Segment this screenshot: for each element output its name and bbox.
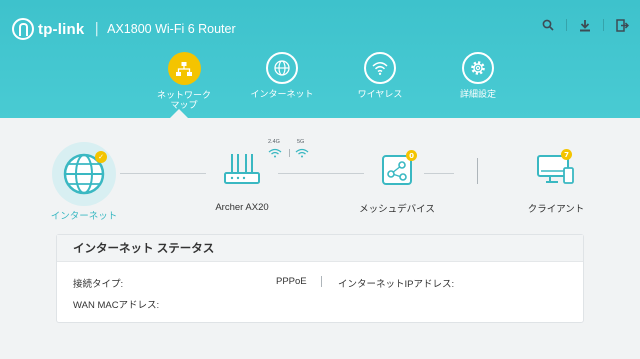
active-tab-indicator	[170, 109, 188, 118]
top-header: tp-link | AX1800 Wi-Fi 6 Router ネットワーク マ…	[0, 0, 640, 118]
band-5g-label: 5G	[297, 139, 305, 145]
tab-network-map[interactable]: ネットワーク マップ	[135, 52, 233, 110]
brand-separator: |	[94, 21, 100, 37]
mesh-count-badge: 0	[406, 150, 417, 161]
internet-node-halo: ✓	[52, 142, 116, 206]
brand-name: tp-link	[38, 20, 85, 38]
router-icon	[224, 154, 260, 184]
tp-link-logo-icon	[12, 18, 34, 40]
topology-divider	[477, 158, 478, 184]
tab-wireless-label: ワイヤレス	[357, 89, 403, 99]
connection-type-label: 接続タイプ:	[73, 279, 124, 290]
tab-advanced[interactable]: 詳細設定	[429, 52, 527, 110]
download-icon[interactable]	[577, 16, 593, 34]
internet-status-card: インターネット ステータス 接続タイプ: PPPoE インターネットIPアドレス…	[56, 234, 584, 323]
internet-node[interactable]: ✓ インターネット	[44, 142, 124, 222]
wifi-5g-icon[interactable]	[295, 148, 309, 158]
wifi-24g-icon[interactable]	[268, 148, 282, 158]
tab-network-map-label: ネットワーク マップ	[156, 90, 211, 110]
main-nav: ネットワーク マップ インターネット ワイヤレス 詳細設定	[135, 52, 527, 110]
status-divider	[321, 276, 322, 287]
internet-status-title: インターネット ステータス	[57, 235, 583, 262]
connected-check-icon: ✓	[95, 151, 107, 163]
search-icon[interactable]	[540, 16, 556, 34]
wifi-icon	[364, 52, 396, 84]
clients-label: クライアント	[527, 204, 585, 215]
mesh-icon-wrap: 0	[380, 150, 417, 187]
tab-wireless[interactable]: ワイヤレス	[331, 52, 429, 110]
topology-link	[120, 173, 206, 174]
band-24g-label: 2.4G	[268, 139, 280, 145]
tab-advanced-label: 詳細設定	[459, 89, 496, 99]
clients-count-badge: 7	[561, 149, 572, 160]
globe-icon	[266, 52, 298, 84]
header-divider	[603, 19, 604, 31]
tab-internet-label: インターネット	[250, 89, 314, 99]
connection-type-value: PPPoE	[276, 276, 307, 287]
logout-icon[interactable]	[614, 16, 630, 34]
clients-icon-wrap: 7	[536, 149, 576, 187]
tab-internet[interactable]: インターネット	[233, 52, 331, 110]
header-divider	[566, 19, 567, 31]
band-divider	[289, 149, 290, 157]
header-actions	[540, 16, 630, 34]
mesh-devices-node[interactable]: 0 メッシュデバイス	[354, 150, 440, 215]
mesh-devices-label: メッシュデバイス	[359, 204, 435, 215]
network-map-icon	[167, 52, 201, 85]
internet-node-label: インターネット	[50, 211, 118, 222]
topology-link	[278, 173, 364, 174]
wan-mac-label: WAN MACアドレス:	[73, 300, 160, 311]
router-node-label: Archer AX20	[215, 202, 269, 213]
router-model-title: AX1800 Wi-Fi 6 Router	[107, 22, 236, 36]
internet-ip-label: インターネットIPアドレス:	[338, 279, 455, 290]
gear-icon	[462, 52, 494, 84]
brand: tp-link | AX1800 Wi-Fi 6 Router	[12, 18, 236, 40]
clients-node[interactable]: 7 クライアント	[516, 149, 596, 215]
router-node[interactable]: Archer AX20	[204, 152, 280, 213]
